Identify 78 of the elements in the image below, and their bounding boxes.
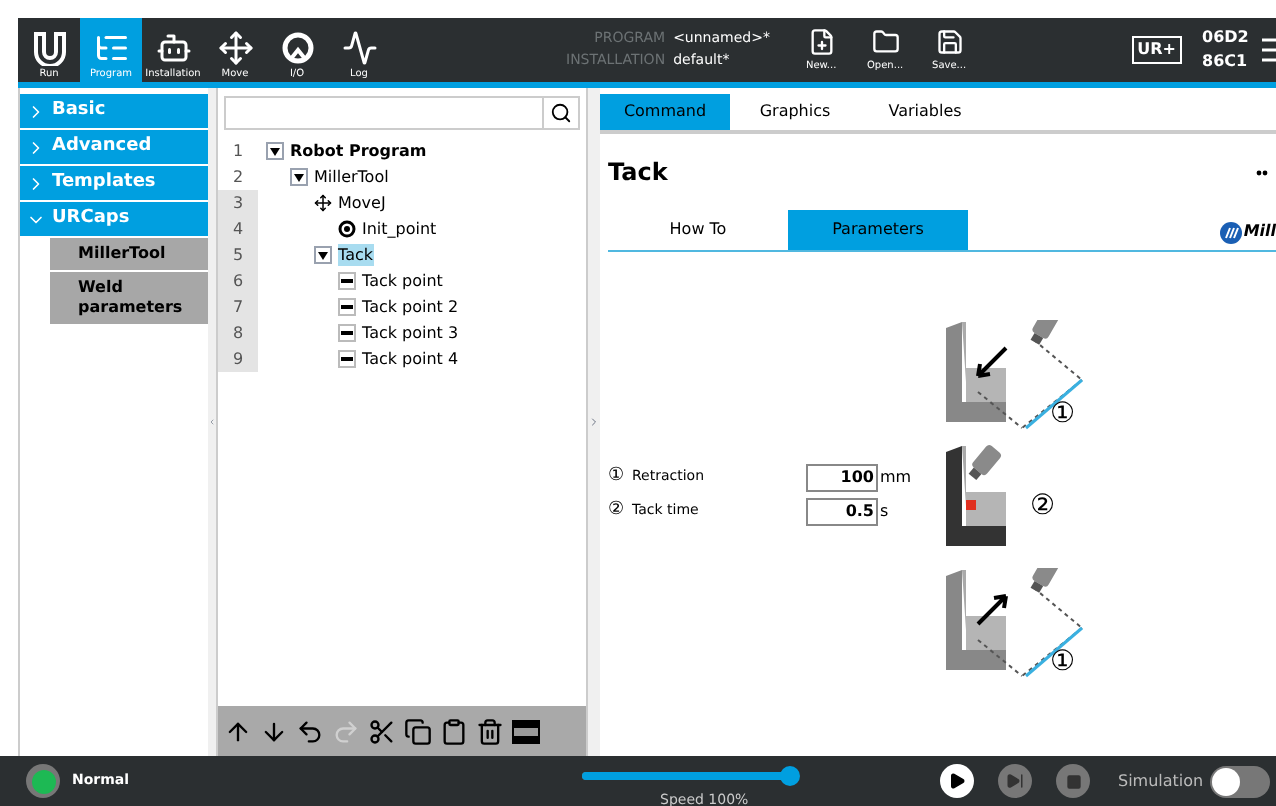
play-button[interactable] [940, 764, 974, 798]
collapse-toggle-icon[interactable] [290, 168, 308, 186]
logo-icon [1219, 221, 1242, 243]
subtab[interactable]: How To [608, 210, 788, 250]
tree-node[interactable]: Tack point 4 [362, 348, 459, 370]
play-icon [948, 772, 966, 790]
line-number: 9 [218, 346, 258, 372]
tree-node[interactable]: Tack point 2 [362, 296, 459, 318]
undo-icon[interactable] [296, 717, 324, 745]
simulation-toggle[interactable] [1209, 765, 1270, 797]
collapse-handle-icon[interactable] [588, 416, 600, 428]
node-title: Tack [608, 156, 668, 190]
step-forward-icon [1006, 772, 1024, 790]
program-tree-icon [93, 30, 129, 66]
urcap-item[interactable]: MillerTool [50, 238, 208, 270]
urcap-item[interactable]: Weld parameters [50, 272, 208, 324]
line-number: 8 [218, 320, 258, 346]
line-number: 2 [230, 166, 246, 190]
copy-icon[interactable] [404, 717, 432, 745]
tab[interactable]: Variables [860, 94, 990, 130]
dash-node-icon [338, 324, 356, 342]
dash-node-icon [338, 350, 356, 368]
trash-icon[interactable] [476, 717, 504, 745]
logo-icon [31, 30, 67, 66]
save-icon [935, 28, 964, 56]
unit-label: mm [880, 465, 912, 489]
line-number: 1 [230, 140, 246, 164]
robot-icon [155, 30, 191, 66]
tab[interactable]: Graphics [730, 94, 860, 130]
tree-node[interactable]: Robot Program [290, 140, 427, 162]
step-marker: ② [608, 497, 627, 524]
move-arrows-icon [217, 30, 253, 66]
line-number: 5 [218, 242, 258, 268]
tab[interactable]: Command [600, 94, 730, 130]
serial-code: 06D2 [1202, 26, 1251, 50]
step-marker: ② [1030, 492, 1056, 520]
line-number: 6 [218, 268, 258, 294]
line-number: 4 [218, 216, 258, 242]
collapse-toggle-icon[interactable] [266, 142, 284, 160]
clipboard-icon[interactable] [440, 717, 468, 745]
simulation-label: Simulation [1118, 769, 1204, 793]
value-field[interactable]: 100 [806, 463, 878, 491]
collapse-toggle-icon[interactable] [314, 246, 332, 264]
folder-icon [871, 28, 900, 56]
move-arrows-icon [314, 194, 332, 212]
more-dots-icon[interactable] [1256, 169, 1268, 175]
dash-node-icon [338, 272, 356, 290]
ur-plus-logo: UR+ [1131, 36, 1182, 64]
menu-icon[interactable] [1262, 38, 1276, 62]
io-icon [279, 30, 315, 66]
status-indicator-icon [26, 764, 60, 798]
new-file-icon [807, 28, 836, 56]
tree-node[interactable]: Tack [338, 244, 373, 266]
line-number: 7 [218, 294, 258, 320]
step-marker: ① [1050, 400, 1076, 428]
scissors-icon[interactable] [368, 717, 396, 745]
stop-button[interactable] [1056, 764, 1090, 798]
stop-icon [1065, 773, 1081, 789]
tree-node[interactable]: Tack point [362, 270, 443, 292]
dash-node-icon [338, 298, 356, 316]
step-marker: ① [1050, 648, 1076, 676]
log-graph-icon [341, 30, 377, 66]
tree-node[interactable]: MoveJ [338, 192, 386, 214]
unit-label: s [880, 499, 889, 523]
step-marker: ① [608, 463, 627, 490]
serial-code: 86C1 [1202, 50, 1250, 74]
search-icon[interactable] [550, 102, 572, 124]
tree-node[interactable]: Tack point 3 [362, 322, 459, 344]
tree-node[interactable]: Init_point [362, 218, 437, 240]
suppress-icon[interactable] [512, 719, 540, 743]
step-button[interactable] [998, 764, 1032, 798]
waypoint-icon [338, 220, 356, 238]
tree-node[interactable]: MillerTool [314, 166, 389, 188]
value-field[interactable]: 0.5 [806, 497, 878, 525]
logo-text: Mill [1243, 220, 1276, 244]
subtab[interactable]: Parameters [788, 210, 968, 250]
line-number: 3 [218, 190, 258, 216]
search-field[interactable] [224, 96, 580, 130]
